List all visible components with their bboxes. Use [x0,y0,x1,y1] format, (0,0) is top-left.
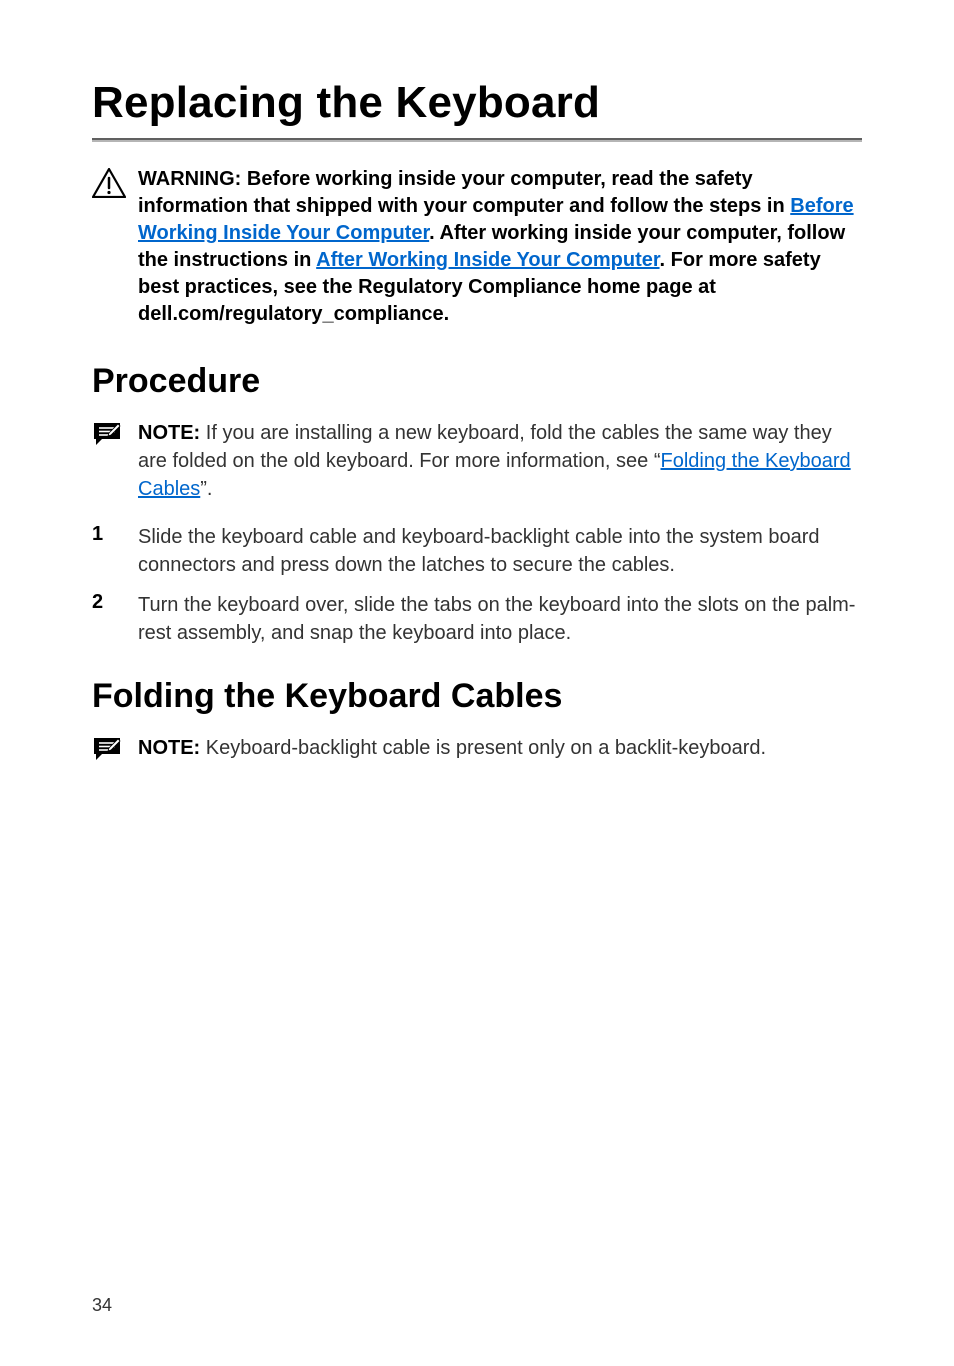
note-2-body: Keyboard-backlight cable is present only… [206,737,766,759]
note-1-part2: ”. [200,478,212,500]
note-block-2: NOTE: Keyboard-backlight cable is presen… [92,734,862,762]
note-block-1: NOTE: If you are installing a new keyboa… [92,419,862,503]
warning-icon [92,166,138,198]
folding-heading: Folding the Keyboard Cables [92,677,862,716]
note-icon [92,734,138,762]
step-1-number: 1 [92,523,138,546]
step-2-text: Turn the keyboard over, slide the tabs o… [138,591,862,647]
step-1-text: Slide the keyboard cable and keyboard-ba… [138,523,862,579]
note-2-text: NOTE: Keyboard-backlight cable is presen… [138,734,766,762]
note-icon [92,419,138,447]
step-1: 1 Slide the keyboard cable and keyboard-… [92,523,862,579]
note-2-prefix: NOTE: [138,737,206,759]
warning-link-after[interactable]: After Working Inside Your Computer [316,249,659,271]
title-underline [92,138,862,142]
step-2-number: 2 [92,591,138,614]
note-1-text: NOTE: If you are installing a new keyboa… [138,419,862,503]
warning-prefix: WARNING: [138,168,247,190]
warning-block: WARNING: Before working inside your comp… [92,166,862,328]
step-2: 2 Turn the keyboard over, slide the tabs… [92,591,862,647]
procedure-heading: Procedure [92,362,862,401]
procedure-steps: 1 Slide the keyboard cable and keyboard-… [92,523,862,647]
page-number: 34 [92,1295,112,1316]
page-title: Replacing the Keyboard [92,78,862,128]
note-1-prefix: NOTE: [138,422,206,444]
warning-text: WARNING: Before working inside your comp… [138,166,862,328]
